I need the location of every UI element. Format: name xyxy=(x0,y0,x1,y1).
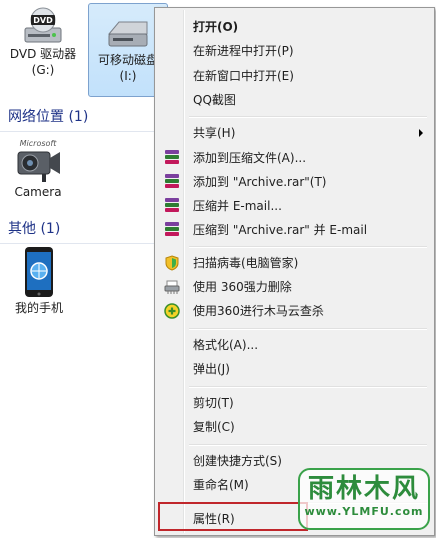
menu-item-label: 剪切(T) xyxy=(193,396,234,410)
menu-item-label: 打开(O) xyxy=(193,20,239,34)
context-menu: 打开(O) 在新进程中打开(P) 在新窗口中打开(E) QQ截图 共享(H) 添… xyxy=(154,7,435,536)
menu-item-label: 使用360进行木马云查杀 xyxy=(193,304,324,318)
shield-icon xyxy=(164,255,180,271)
dvd-drive-icon: DVD xyxy=(24,7,62,43)
menu-item-cut[interactable]: 剪切(T) xyxy=(158,392,431,414)
menu-separator xyxy=(189,386,427,388)
360-plus-icon xyxy=(164,303,180,319)
properties-highlight-box xyxy=(158,502,308,531)
menu-item-label: 弹出(J) xyxy=(193,362,230,376)
drive-dvd-letter: (G:) xyxy=(31,63,55,77)
menu-item-compress-email[interactable]: 压缩并 E-mail... xyxy=(158,195,431,217)
watermark-title: 雨林木风 xyxy=(307,474,420,504)
menu-item-label: 在新进程中打开(P) xyxy=(193,44,294,58)
menu-item-qq-screenshot[interactable]: QQ截图 xyxy=(158,89,431,111)
menu-item-label: 共享(H) xyxy=(193,126,236,140)
camera-icon: Microsoft xyxy=(17,139,60,182)
menu-item-open[interactable]: 打开(O) xyxy=(158,16,431,38)
phone-icon xyxy=(25,247,53,297)
phone-label: 我的手机 xyxy=(14,301,63,315)
svg-text:DVD: DVD xyxy=(33,16,53,25)
menu-item-label: 重命名(M) xyxy=(193,478,249,492)
group-header-other[interactable]: 其他 (1) xyxy=(8,218,60,238)
svg-text:Microsoft: Microsoft xyxy=(20,139,58,148)
menu-item-label: 添加到压缩文件(A)... xyxy=(193,151,307,165)
winrar-icon xyxy=(164,174,180,190)
shredder-icon xyxy=(164,279,180,295)
other-item-phone[interactable]: 我的手机 xyxy=(4,246,74,316)
menu-item-open-new-process[interactable]: 在新进程中打开(P) xyxy=(158,40,431,62)
menu-item-360-delete[interactable]: 使用 360强力删除 xyxy=(158,276,431,298)
menu-item-label: 在新窗口中打开(E) xyxy=(193,69,294,83)
camera-label: Camera xyxy=(14,185,62,199)
menu-item-label: 创建快捷方式(S) xyxy=(193,454,282,468)
network-item-camera[interactable]: Microsoft Camera xyxy=(6,138,70,200)
menu-item-label: 复制(C) xyxy=(193,420,235,434)
menu-item-add-to-archive-rar[interactable]: 添加到 "Archive.rar"(T) xyxy=(158,171,431,193)
watermark-logo: 雨林木风 www.YLMFU.com xyxy=(298,468,430,530)
drive-dvd[interactable]: DVD DVD 驱动器 (G:) xyxy=(4,4,82,78)
menu-item-eject[interactable]: 弹出(J) xyxy=(158,358,431,380)
menu-item-label: 压缩到 "Archive.rar" 并 E-mail xyxy=(193,223,368,237)
menu-item-compress-rar-email[interactable]: 压缩到 "Archive.rar" 并 E-mail xyxy=(158,219,431,241)
menu-separator xyxy=(189,116,427,118)
menu-item-copy[interactable]: 复制(C) xyxy=(158,416,431,438)
winrar-icon xyxy=(164,222,180,238)
menu-item-format[interactable]: 格式化(A)... xyxy=(158,334,431,356)
group-divider xyxy=(0,131,158,132)
menu-item-label: 添加到 "Archive.rar"(T) xyxy=(193,175,327,189)
menu-item-add-to-archive[interactable]: 添加到压缩文件(A)... xyxy=(158,147,431,169)
winrar-icon xyxy=(164,198,180,214)
submenu-arrow-icon xyxy=(419,129,423,137)
watermark-url: www.YLMFU.com xyxy=(304,505,424,518)
group-header-network[interactable]: 网络位置 (1) xyxy=(8,106,88,126)
menu-item-label: 使用 360强力删除 xyxy=(193,280,292,294)
menu-item-label: QQ截图 xyxy=(193,93,236,107)
menu-separator xyxy=(189,328,427,330)
menu-item-360-cloud-scan[interactable]: 使用360进行木马云查杀 xyxy=(158,300,431,322)
menu-item-virus-scan[interactable]: 扫描病毒(电脑管家) xyxy=(158,252,431,274)
menu-item-open-new-window[interactable]: 在新窗口中打开(E) xyxy=(158,65,431,87)
menu-separator xyxy=(189,444,427,446)
menu-separator xyxy=(189,246,427,248)
menu-item-label: 压缩并 E-mail... xyxy=(193,199,282,213)
menu-item-label: 格式化(A)... xyxy=(193,338,259,352)
menu-item-label: 扫描病毒(电脑管家) xyxy=(193,256,299,270)
winrar-icon xyxy=(164,150,180,166)
menu-item-share[interactable]: 共享(H) xyxy=(158,122,431,144)
group-divider xyxy=(0,243,158,244)
removable-disk-icon xyxy=(107,21,148,47)
drive-dvd-label: DVD 驱动器 xyxy=(9,47,77,61)
